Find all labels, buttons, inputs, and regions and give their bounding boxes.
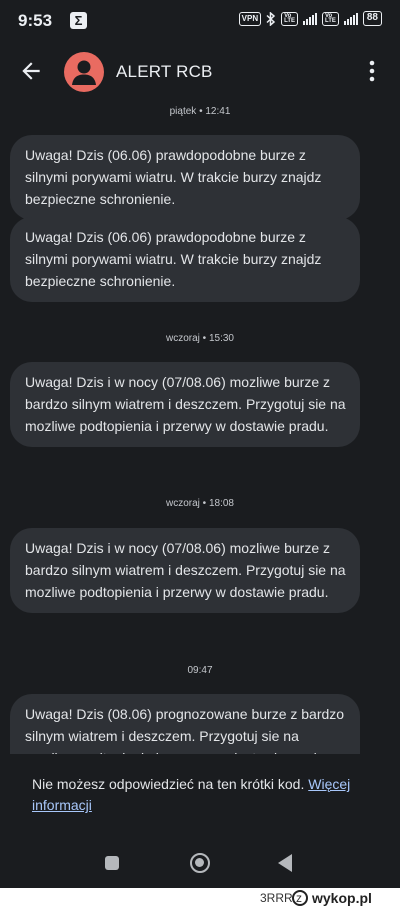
- message-bubble[interactable]: Uwaga! Dzis (08.06) prognozowane burze z…: [10, 694, 360, 754]
- arrow-back-icon[interactable]: [18, 58, 44, 84]
- status-icons: VPN Vo LTE Vo LTE 88: [238, 11, 382, 26]
- wykop-logo-icon: [292, 890, 308, 906]
- battery-icon: 88: [362, 11, 382, 26]
- watermark-site: wykop.pl: [312, 890, 372, 906]
- person-avatar-icon[interactable]: [64, 52, 104, 92]
- watermark: 3RRR z wykop.pl: [0, 888, 400, 909]
- square-recents-icon[interactable]: [105, 856, 119, 870]
- more-vert-icon[interactable]: [360, 58, 384, 84]
- message-thread[interactable]: piątek • 12:41 Uwaga! Dzis (06.06) prawd…: [0, 104, 400, 754]
- message-timestamp: wczoraj • 15:30: [166, 333, 234, 344]
- message-timestamp: wczoraj • 18:08: [166, 498, 234, 509]
- triangle-back-icon[interactable]: [278, 854, 292, 872]
- conversation-title[interactable]: ALERT RCB: [116, 62, 213, 82]
- message-timestamp: piątek • 12:41: [169, 106, 231, 117]
- notice-text: Nie możesz odpowiedzieć na ten krótki ko…: [32, 776, 305, 792]
- circle-home-icon[interactable]: [190, 853, 210, 873]
- message-bubble[interactable]: Uwaga! Dzis (06.06) prawdopodobne burze …: [10, 135, 360, 220]
- bluetooth-icon: [266, 11, 276, 26]
- reply-disabled-notice: Nie możesz odpowiedzieć na ten krótki ko…: [32, 774, 372, 816]
- signal-icon: [343, 12, 358, 25]
- volte-icon: Vo LTE: [281, 11, 298, 26]
- message-timestamp: 09:47: [187, 665, 213, 676]
- system-nav-bar: [0, 820, 400, 888]
- vpn-icon: VPN: [238, 11, 262, 26]
- message-bubble[interactable]: Uwaga! Dzis i w nocy (07/08.06) mozliwe …: [10, 362, 360, 447]
- status-time: 9:53: [18, 11, 53, 30]
- volte-icon: Vo LTE: [321, 11, 339, 26]
- message-bubble[interactable]: Uwaga! Dzis i w nocy (07/08.06) mozliwe …: [10, 528, 360, 613]
- status-bar: 9:53 Σ VPN Vo LTE Vo LTE 88: [0, 0, 400, 40]
- sigma-icon: Σ: [70, 12, 87, 29]
- message-bubble[interactable]: Uwaga! Dzis (06.06) prawdopodobne burze …: [10, 217, 360, 302]
- app-bar: ALERT RCB: [0, 40, 400, 104]
- phone-screen: 9:53 Σ VPN Vo LTE Vo LTE 88 ALERT RCB pi…: [0, 0, 400, 888]
- signal-icon: [302, 12, 317, 25]
